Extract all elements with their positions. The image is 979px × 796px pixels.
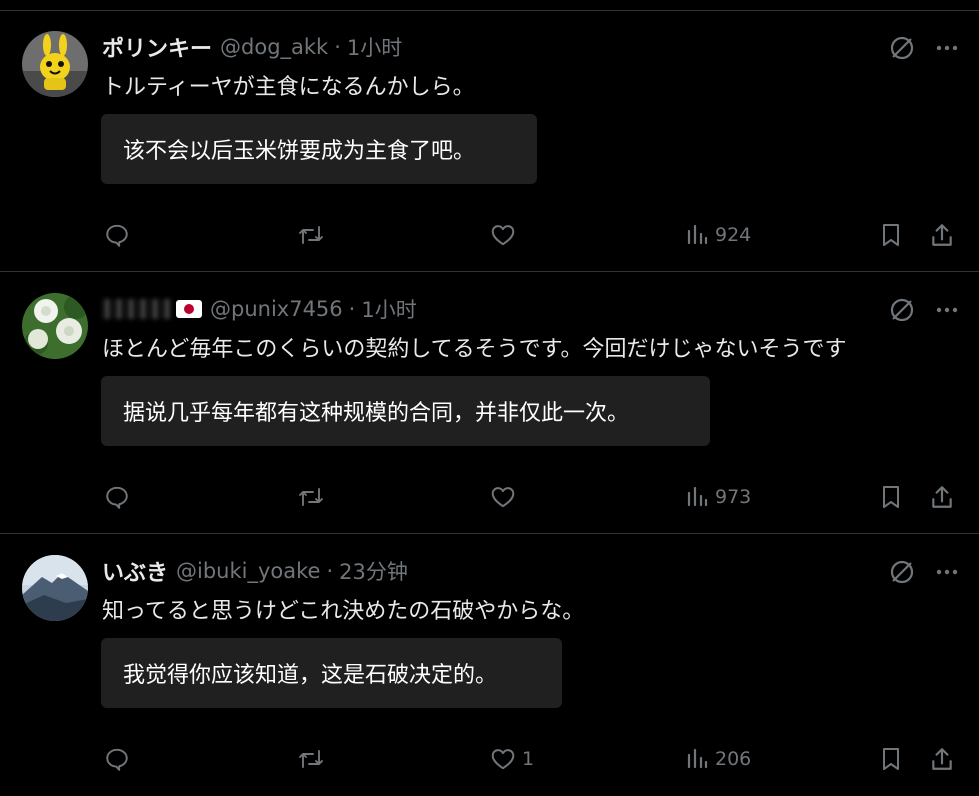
user-handle[interactable]: @dog_akk <box>220 35 328 59</box>
bookmark-button[interactable] <box>879 746 903 772</box>
repost-button[interactable] <box>297 746 325 772</box>
repost-icon <box>299 488 323 506</box>
tweet-header: いぶき @ibuki_yoake · 23分钟 <box>102 556 408 586</box>
tweet-1[interactable]: ポリンキー @dog_akk · 1小时 トルティーヤが主食になるんかしら。 该… <box>0 11 979 272</box>
reply-button[interactable] <box>104 222 130 248</box>
share-button[interactable] <box>929 222 955 248</box>
like-button[interactable] <box>490 222 522 248</box>
like-button[interactable]: 1 <box>490 746 534 772</box>
avatar[interactable] <box>22 293 88 359</box>
timestamp[interactable]: 23分钟 <box>339 556 408 586</box>
separator: · <box>334 35 341 59</box>
bookmark-icon <box>883 748 899 770</box>
tweet-top-actions <box>889 297 959 323</box>
share-icon <box>932 224 952 246</box>
reply-button[interactable] <box>104 746 130 772</box>
heart-icon <box>491 487 515 508</box>
translation-box: 据说几乎每年都有这种规模的合同，并非仅此一次。 <box>101 376 710 446</box>
share-button[interactable] <box>929 746 955 772</box>
tweet-header: @punix7456 · 1小时 <box>102 294 417 324</box>
tweet-3[interactable]: いぶき @ibuki_yoake · 23分钟 知ってると思うけどこれ決めたの石… <box>0 534 979 796</box>
grok-icon[interactable] <box>889 35 915 61</box>
tweet-top-actions <box>889 35 959 61</box>
grok-icon[interactable] <box>889 559 915 585</box>
timestamp[interactable]: 1小时 <box>361 294 416 324</box>
bookmark-icon <box>883 486 899 508</box>
reply-button[interactable] <box>104 484 130 510</box>
reply-icon <box>106 224 128 247</box>
separator: · <box>326 559 334 583</box>
bookmark-button[interactable] <box>879 484 903 510</box>
heart-icon <box>491 225 515 246</box>
tweet-text: ほとんど毎年このくらいの契約してるそうです。今回だけじゃないそうです <box>102 337 847 362</box>
like-count: 1 <box>522 748 535 770</box>
view-count: 924 <box>715 224 752 246</box>
views-button[interactable]: 206 <box>685 747 751 771</box>
repost-icon <box>299 750 323 768</box>
tweet-top-actions <box>889 559 959 585</box>
bookmark-button[interactable] <box>879 222 903 248</box>
share-button[interactable] <box>929 484 955 510</box>
user-handle[interactable]: @punix7456 <box>210 297 343 321</box>
translation-text: 该不会以后玉米饼要成为主食了吧。 <box>123 139 476 164</box>
view-count: 206 <box>715 748 752 770</box>
translation-text: 我觉得你应该知道，这是石破决定的。 <box>123 663 498 688</box>
like-button[interactable] <box>490 484 522 510</box>
view-count: 973 <box>715 486 752 508</box>
reply-icon <box>106 486 128 509</box>
views-icon <box>687 224 708 245</box>
repost-button[interactable] <box>297 222 325 248</box>
tweet-header: ポリンキー @dog_akk · 1小时 <box>102 32 402 62</box>
reply-icon <box>106 748 128 771</box>
views-icon <box>687 748 708 769</box>
display-name[interactable]: いぶき <box>102 555 168 587</box>
heart-icon <box>491 749 515 770</box>
views-icon <box>687 486 708 507</box>
timestamp[interactable]: 1小时 <box>347 32 402 62</box>
user-handle[interactable]: @ibuki_yoake <box>176 559 320 583</box>
more-icon[interactable] <box>935 36 959 60</box>
translation-text: 据说几乎每年都有这种规模的合同，并非仅此一次。 <box>123 401 630 426</box>
tweet-text: トルティーヤが主食になるんかしら。 <box>102 75 475 100</box>
tweet-text: 知ってると思うけどこれ決めたの石破やからな。 <box>102 599 585 624</box>
display-name-redacted <box>102 299 172 319</box>
translation-box: 该不会以后玉米饼要成为主食了吧。 <box>101 114 537 184</box>
share-icon <box>932 486 952 508</box>
avatar[interactable] <box>22 555 88 621</box>
translation-box: 我觉得你应该知道，这是石破决定的。 <box>101 638 562 708</box>
grok-icon[interactable] <box>889 297 915 323</box>
repost-button[interactable] <box>297 484 325 510</box>
bookmark-icon <box>883 224 899 246</box>
timeline-feed: ポリンキー @dog_akk · 1小时 トルティーヤが主食になるんかしら。 该… <box>0 0 979 796</box>
separator: · <box>348 297 356 321</box>
display-name[interactable]: ポリンキー <box>102 31 212 63</box>
repost-icon <box>299 226 323 244</box>
views-button[interactable]: 973 <box>685 485 751 509</box>
more-icon[interactable] <box>935 560 959 584</box>
views-button[interactable]: 924 <box>685 223 751 247</box>
tweet-2[interactable]: @punix7456 · 1小时 ほとんど毎年このくらいの契約してるそうです。今… <box>0 272 979 534</box>
more-icon[interactable] <box>935 298 959 322</box>
japan-flag-icon <box>176 300 202 318</box>
avatar[interactable] <box>22 31 88 97</box>
share-icon <box>932 748 952 770</box>
